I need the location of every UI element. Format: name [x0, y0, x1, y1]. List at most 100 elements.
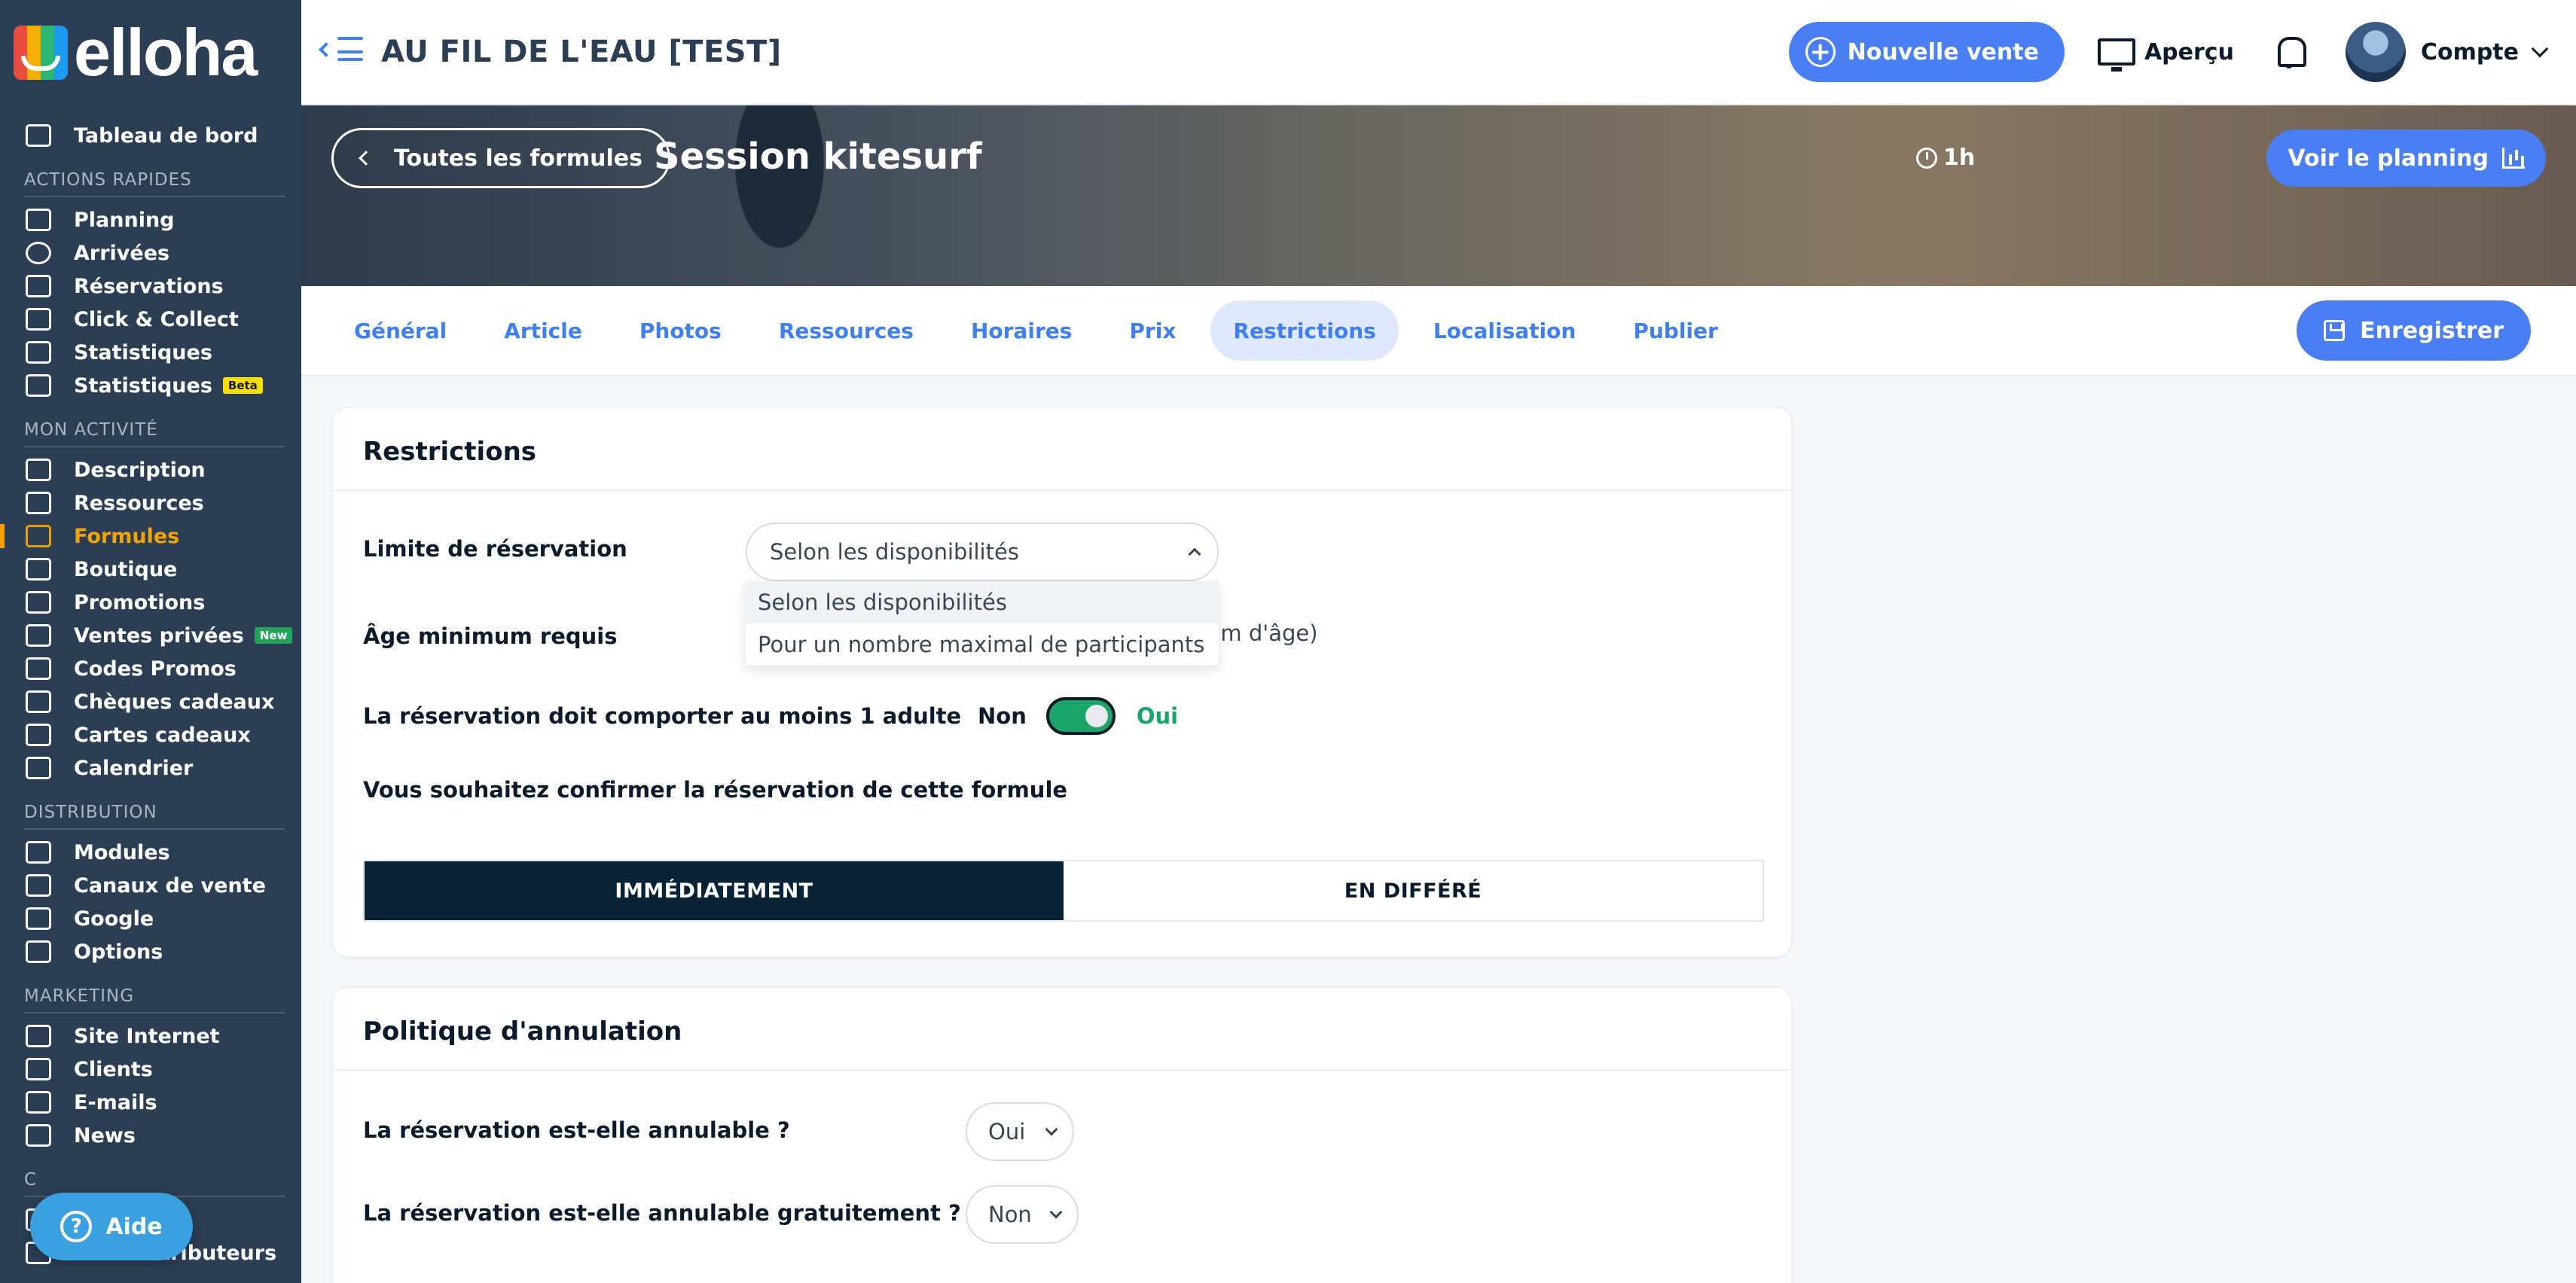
sidebar-item-label: Arrivées [74, 241, 170, 265]
limit-option[interactable]: Selon les disponibilités [746, 581, 1219, 623]
sidebar-item-label: News [74, 1123, 136, 1147]
sidebar-item-boutique[interactable]: Boutique [0, 553, 301, 586]
megaphone-icon [26, 591, 51, 614]
sidebar-item-codes-promos[interactable]: Codes Promos [0, 652, 301, 685]
cancellable-label: La réservation est-elle annulable ? [363, 1117, 790, 1143]
sitemap-icon [26, 874, 51, 897]
sidebar-item-options[interactable]: Options [0, 935, 301, 968]
sidebar-item-click-collect[interactable]: Click & Collect [0, 303, 301, 336]
tab-restrictions[interactable]: Restrictions [1210, 300, 1399, 361]
chevron-down-icon[interactable] [2531, 40, 2549, 58]
envelope-icon [26, 1091, 51, 1114]
confirm-deferred-button[interactable]: EN DIFFÉRÉ [1064, 861, 1763, 920]
sidebar-item-label: Canaux de vente [74, 873, 266, 897]
sidebar-item-news[interactable]: News [0, 1119, 301, 1152]
account-menu[interactable]: Compte [2421, 39, 2519, 66]
sidebar-item-label: Calendrier [74, 756, 194, 780]
sidebar-item-statistiques[interactable]: Statistiques Beta [0, 369, 301, 402]
sidebar-item-label: Statistiques [74, 340, 212, 364]
limit-dropdown: Selon les disponibilités Pour un nombre … [746, 581, 1219, 666]
tab-horaires[interactable]: Horaires [948, 300, 1094, 361]
back-label: Toutes les formules [394, 145, 642, 172]
free-cancel-label: La réservation est-elle annulable gratui… [363, 1200, 961, 1226]
sidebar-item-canaux-de-vente[interactable]: Canaux de vente [0, 869, 301, 902]
google-icon [26, 907, 51, 930]
logo-mark-icon [14, 26, 68, 80]
sidebar-item-label: Planning [74, 208, 175, 232]
help-button[interactable]: ? Aide [30, 1193, 193, 1260]
gift-icon [26, 624, 51, 647]
logo-text: elloha [74, 15, 258, 90]
chevron-down-icon [1045, 1123, 1058, 1136]
sidebar-item-label: Clients [74, 1057, 153, 1081]
sidebar-item-modules[interactable]: Modules [0, 836, 301, 869]
sidebar-item-clients[interactable]: Clients [0, 1053, 301, 1086]
age-label: Âge minimum requis [363, 623, 618, 649]
age-hint: um d'âge) [1207, 620, 1318, 646]
planning-label: Voir le planning [2288, 145, 2489, 172]
tab-localisation[interactable]: Localisation [1411, 300, 1598, 361]
adult-toggle[interactable] [1045, 697, 1116, 735]
sidebar-section-title: DISTRIBUTION [24, 803, 285, 830]
cancellable-select[interactable]: Oui [966, 1102, 1074, 1161]
sidebar-item-description[interactable]: Description [0, 453, 301, 486]
sidebar-item-cartes-cadeaux[interactable]: Cartes cadeaux [0, 718, 301, 751]
sidebar-item-label: Statistiques [74, 373, 212, 398]
sidebar-item-arriv-es[interactable]: Arrivées [0, 236, 301, 270]
sidebar-item-label: Modules [74, 840, 170, 864]
sidebar-item-r-servations[interactable]: Réservations [0, 270, 301, 303]
sidebar-item-formules[interactable]: Formules [0, 520, 301, 553]
tab-general[interactable]: Général [331, 300, 469, 361]
sidebar-item-ventes-priv-es[interactable]: Ventes privées New [0, 619, 301, 652]
sidebar-item-e-mails[interactable]: E-mails [0, 1086, 301, 1119]
bell-icon[interactable] [2275, 35, 2306, 69]
cancellation-title: Politique d'annulation [333, 988, 1791, 1071]
voucher-icon [26, 690, 51, 713]
status-badge: New [254, 627, 293, 644]
tab-article[interactable]: Article [481, 300, 605, 361]
hero-banner: Toutes les formules Session kitesurf 1h … [301, 105, 2576, 286]
save-button[interactable]: Enregistrer [2297, 300, 2531, 361]
sidebar-item-planning[interactable]: Planning [0, 203, 301, 236]
question-icon: ? [60, 1211, 93, 1242]
boxes-icon [26, 525, 51, 547]
elloha-logo[interactable]: elloha [0, 0, 301, 105]
store-icon [26, 459, 51, 481]
sidebar-item-promotions[interactable]: Promotions [0, 586, 301, 619]
sidebar-item-label: Cartes cadeaux [74, 723, 251, 747]
status-badge: Beta [222, 377, 263, 394]
sidebar-item-ressources[interactable]: Ressources [0, 486, 301, 520]
restrictions-title: Restrictions [333, 408, 1791, 491]
sidebar-item-site-internet[interactable]: Site Internet [0, 1019, 301, 1053]
tab-prix[interactable]: Prix [1106, 300, 1198, 361]
new-sale-label: Nouvelle vente [1847, 38, 2039, 66]
collapse-menu-icon[interactable] [319, 37, 363, 67]
sidebar-item-ch-ques-cadeaux[interactable]: Chèques cadeaux [0, 685, 301, 718]
preview-button[interactable]: Aperçu [2097, 38, 2234, 72]
sidebar-item-calendrier[interactable]: Calendrier [0, 751, 301, 785]
view-planning-button[interactable]: Voir le planning [2266, 130, 2546, 187]
sidebar-item-label: Description [74, 458, 206, 482]
sidebar-item-label: Google [74, 907, 154, 931]
tab-photos[interactable]: Photos [617, 300, 744, 361]
tab-publier[interactable]: Publier [1610, 300, 1741, 361]
limit-option[interactable]: Pour un nombre maximal de participants [746, 623, 1219, 666]
confirm-immediate-button[interactable]: IMMÉDIATEMENT [365, 861, 1064, 920]
sidebar-section-title: MARKETING [24, 986, 285, 1013]
plus-circle-icon: + [1805, 37, 1836, 67]
sidebar-item-label: Chèques cadeaux [74, 690, 275, 714]
avatar[interactable] [2345, 22, 2406, 82]
limit-select[interactable]: Selon les disponibilités [746, 523, 1219, 581]
clock-icon [26, 242, 51, 264]
new-sale-button[interactable]: + Nouvelle vente [1788, 22, 2065, 82]
sidebar-item-google[interactable]: Google [0, 902, 301, 935]
back-to-formulas-button[interactable]: Toutes les formules [331, 128, 670, 188]
free-cancel-select[interactable]: Non [966, 1185, 1079, 1244]
calendar-check-icon [26, 209, 51, 231]
grid-icon [26, 841, 51, 864]
tab-ressources[interactable]: Ressources [756, 300, 936, 361]
sidebar-item-statistiques[interactable]: Statistiques [0, 336, 301, 369]
limit-label: Limite de réservation [363, 536, 627, 562]
sidebar-item-tableau-de-bord[interactable]: Tableau de bord [0, 119, 301, 152]
basket-icon [26, 308, 51, 331]
